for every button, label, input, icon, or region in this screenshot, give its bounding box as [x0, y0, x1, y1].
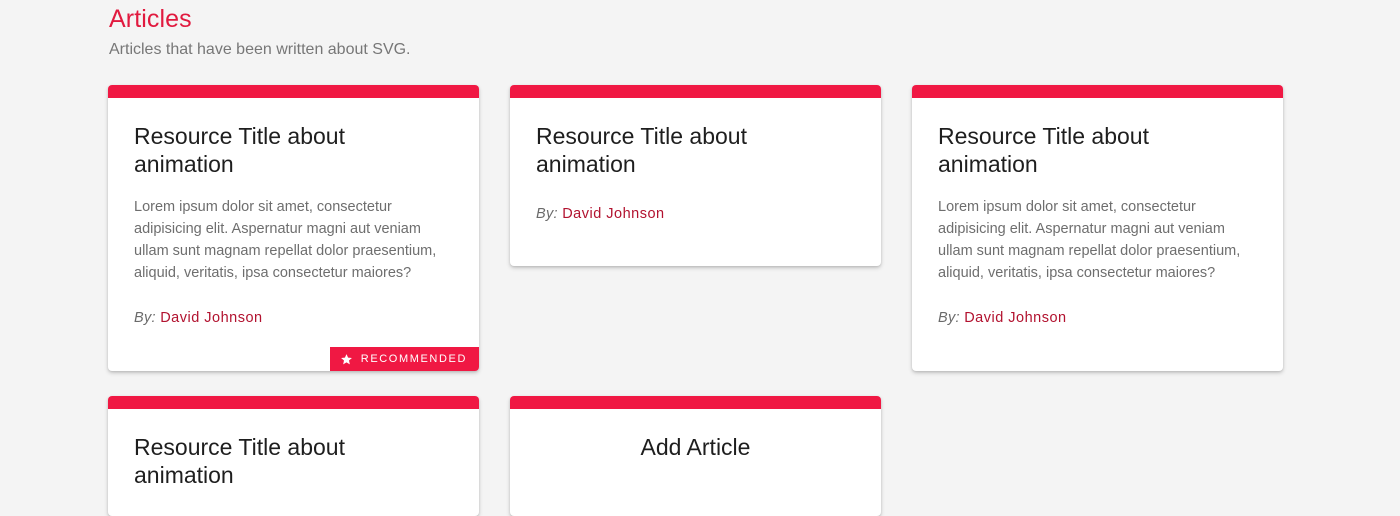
by-label: By:: [938, 310, 960, 326]
by-label: By:: [536, 206, 558, 222]
card-accent-bar: [108, 396, 479, 409]
card-accent-bar: [510, 396, 881, 409]
card-author: By: David Johnson: [938, 310, 1067, 326]
article-card[interactable]: Resource Title about animation: [108, 396, 479, 516]
article-card[interactable]: Resource Title about animation By: David…: [510, 85, 881, 266]
card-title[interactable]: Resource Title about animation: [134, 433, 434, 489]
card-author: By: David Johnson: [536, 206, 855, 222]
by-label: By:: [134, 310, 156, 326]
article-card[interactable]: Resource Title about animation Lorem ips…: [912, 85, 1283, 371]
author-link[interactable]: David Johnson: [160, 310, 262, 326]
section-subtitle: Articles that have been written about SV…: [109, 41, 411, 58]
badge-label: RECOMMENDED: [360, 353, 467, 365]
card-title[interactable]: Resource Title about animation: [536, 122, 836, 178]
add-article-title[interactable]: Add Article: [536, 433, 855, 461]
card-description: Lorem ipsum dolor sit amet, consectetur …: [938, 199, 1241, 281]
recommended-badge: RECOMMENDED: [329, 347, 479, 371]
card-accent-bar: [912, 85, 1283, 98]
card-description: Lorem ipsum dolor sit amet, consectetur …: [134, 199, 437, 281]
author-link[interactable]: David Johnson: [562, 206, 664, 222]
card-author: By: David Johnson: [134, 310, 263, 326]
section-title: Articles: [109, 5, 192, 33]
article-card[interactable]: Resource Title about animation Lorem ips…: [108, 85, 479, 371]
author-link[interactable]: David Johnson: [964, 310, 1066, 326]
add-article-card[interactable]: Add Article: [510, 396, 881, 516]
card-accent-bar: [108, 85, 479, 98]
card-title[interactable]: Resource Title about animation: [134, 122, 434, 178]
star-icon: [340, 353, 353, 366]
card-title[interactable]: Resource Title about animation: [938, 122, 1238, 178]
card-accent-bar: [510, 85, 881, 98]
